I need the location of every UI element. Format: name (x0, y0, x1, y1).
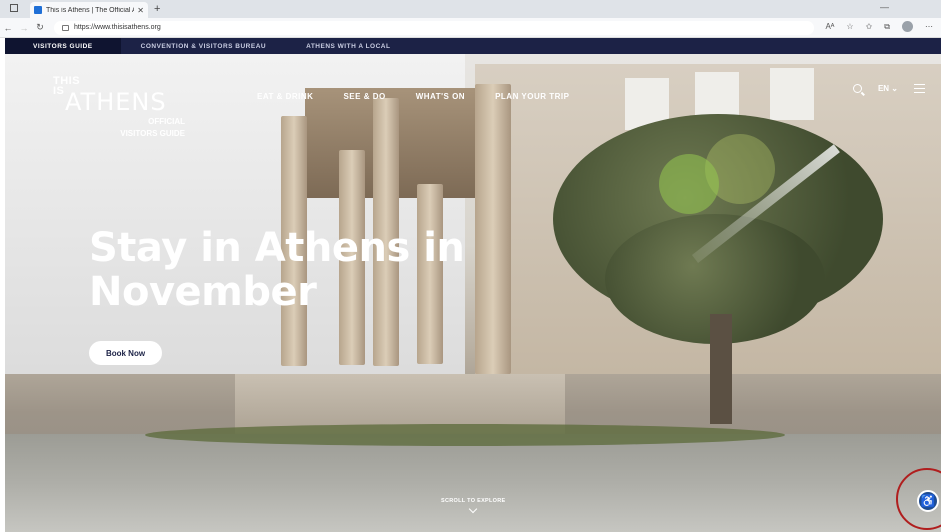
nav-whats-on[interactable]: WHAT'S ON (416, 92, 465, 101)
book-now-button[interactable]: Book Now (89, 341, 162, 365)
address-bar-row: ← → ↻ https://www.thisisathens.org Aᴬ ☆ … (0, 18, 941, 38)
chevron-down-icon: ⌄ (891, 84, 898, 93)
add-favorite-icon[interactable]: ☆ (846, 22, 853, 31)
search-icon[interactable] (852, 84, 862, 93)
header-actions: EN ⌄ (852, 84, 925, 93)
hero-ground (5, 434, 941, 532)
logo-athens: ATHENS (65, 88, 167, 116)
url-text: https://www.thisisathens.org (74, 24, 161, 31)
nav-see-do[interactable]: SEE & DO (343, 92, 385, 101)
strip-athens-with-a-local[interactable]: ATHENS WITH A LOCAL (286, 38, 410, 54)
logo-official: OFFICIAL (148, 117, 185, 126)
logo-visitors-guide: VISITORS GUIDE (120, 129, 185, 138)
reload-icon[interactable]: ↻ (32, 22, 48, 33)
hero-headline-line1: Stay in Athens in (89, 225, 465, 271)
language-label: EN (877, 84, 890, 93)
nav-plan-your-trip[interactable]: PLAN YOUR TRIP (495, 92, 569, 101)
lens-flare (659, 154, 719, 214)
chevron-down-icon (469, 504, 478, 514)
strip-visitors-guide[interactable]: VISITORS GUIDE (5, 38, 121, 54)
hero-grass (145, 424, 785, 446)
hero-headline-line2: November (89, 269, 317, 315)
logo-this: THIS (53, 75, 81, 87)
more-options-icon[interactable]: ⋯ (925, 22, 933, 31)
browser-tab[interactable]: This is Athens | The Official Athe ✕ (30, 2, 148, 18)
hero-section: THIS IS ATHENS OFFICIAL VISITORS GUIDE E… (5, 54, 941, 532)
url-field[interactable]: https://www.thisisathens.org (54, 20, 814, 35)
hero-headline: Stay in Athens in November (89, 226, 509, 314)
lock-icon (62, 24, 69, 31)
tab-title: This is Athens | The Official Athe (46, 6, 134, 14)
forward-icon[interactable]: → (16, 23, 32, 33)
wall-window (770, 68, 814, 120)
site-favicon-icon (34, 6, 42, 14)
main-nav: EAT & DRINK SEE & DO WHAT'S ON PLAN YOUR… (257, 92, 569, 101)
nav-eat-drink[interactable]: EAT & DRINK (257, 92, 313, 101)
minimize-icon[interactable]: — (880, 2, 889, 12)
scroll-label: SCROLL TO EXPLORE (441, 498, 506, 504)
strip-convention-bureau[interactable]: CONVENTION & VISITORS BUREAU (121, 38, 286, 54)
favorites-icon[interactable]: ✩ (866, 22, 873, 31)
collections-icon[interactable]: ⧉ (884, 22, 890, 32)
top-strip-nav: VISITORS GUIDE CONVENTION & VISITORS BUR… (5, 38, 941, 54)
read-aloud-icon[interactable]: Aᴬ (825, 22, 834, 31)
website: VISITORS GUIDE CONVENTION & VISITORS BUR… (5, 38, 941, 532)
new-tab-icon[interactable]: + (154, 3, 160, 15)
browser-tabbar: This is Athens | The Official Athe ✕ + — (0, 0, 941, 18)
hamburger-menu-icon[interactable] (914, 84, 925, 93)
window-menu-icon[interactable] (10, 4, 18, 12)
site-logo[interactable]: THIS IS ATHENS OFFICIAL VISITORS GUIDE (53, 76, 185, 138)
back-icon[interactable]: ← (0, 23, 16, 33)
language-selector[interactable]: EN ⌄ (878, 84, 898, 93)
close-tab-icon[interactable]: ✕ (137, 6, 144, 15)
scroll-to-explore[interactable]: SCROLL TO EXPLORE (441, 498, 506, 514)
olive-tree-trunk (710, 314, 732, 424)
profile-avatar-icon[interactable] (902, 21, 913, 32)
